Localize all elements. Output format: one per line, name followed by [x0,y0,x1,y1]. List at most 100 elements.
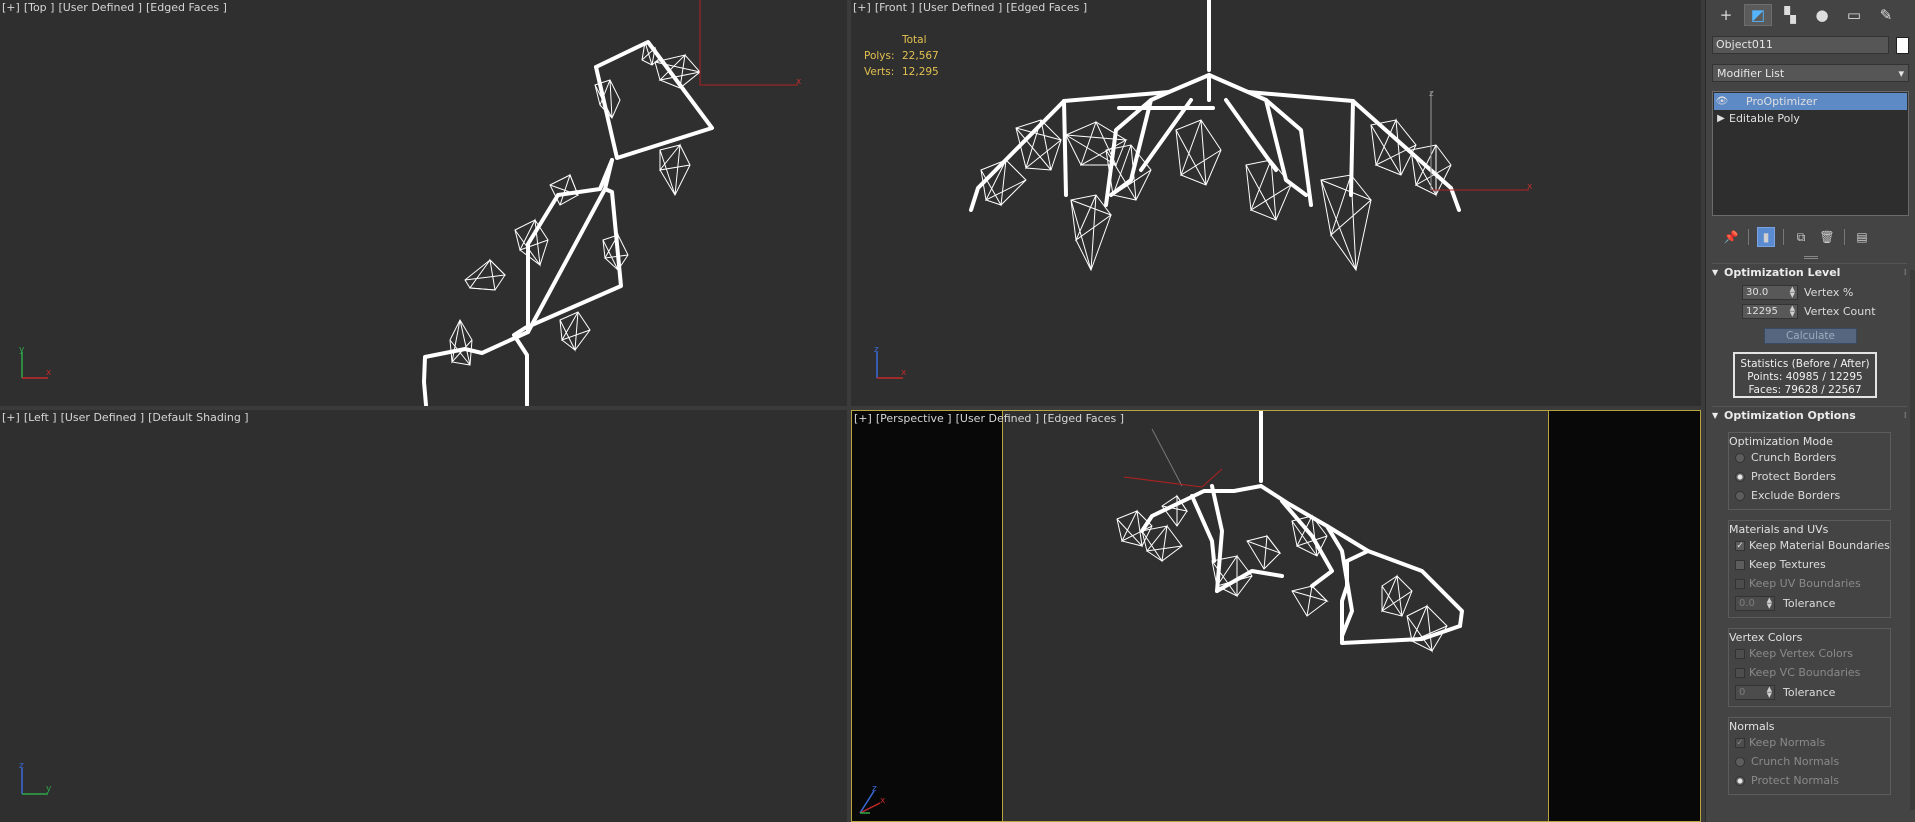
utilities-wrench-icon[interactable]: ✎ [1872,4,1900,26]
spinner-arrows-icon[interactable]: ▲ ▼ [1790,305,1795,318]
vc-tolerance-spinner[interactable]: 0 ▲ ▼ [1735,684,1775,700]
viewport-menu-plus[interactable]: [+] [854,412,872,425]
show-end-result-icon[interactable]: ▮ [1757,227,1775,247]
viewport-shading-menu[interactable]: [Default Shading ] [148,411,248,424]
viewport-label-perspective[interactable]: [+] [Perspective ] [User Defined ] [Edged F… [854,412,1128,425]
viewport-render-menu[interactable]: [User Defined ] [58,1,142,14]
checkbox[interactable] [1735,578,1745,589]
rollout-header[interactable]: ▼ Optimization Options ⁞ [1712,407,1907,424]
expand-triangle-icon[interactable]: ▶ [1713,113,1729,124]
axis-y-label: y [19,345,25,355]
stack-item-editable-poly[interactable]: ▶ Editable Poly [1713,110,1908,127]
configure-modifier-sets-icon[interactable]: ▤ [1853,227,1871,247]
axis-tripod-top: y x [19,345,52,379]
group-vertex-colors: Vertex Colors Keep Vertex Colors Keep VC… [1728,628,1891,707]
viewport-front[interactable]: [+] [Front ] [User Defined ] [Edged Faces ]… [851,0,1701,406]
axis-x-label: x [880,796,886,806]
viewport-render-menu[interactable]: [User Defined ] [919,1,1003,14]
hierarchy-tab-icon[interactable]: ▚ [1776,4,1804,26]
group-normals: Normals ✓ Keep Normals Crunch Normals Pro… [1728,717,1891,795]
eye-icon[interactable]: 👁 [1714,96,1730,107]
viewport-top[interactable]: [+] [Top ] [User Defined ] [Edged Faces ] [0,0,847,406]
calculate-button[interactable]: Calculate [1764,328,1857,344]
radio-crunch-normals[interactable]: Crunch Normals [1733,752,1890,771]
viewport-menu-plus[interactable]: [+] [2,1,20,14]
stack-item-prooptimizer[interactable]: 👁 ProOptimizer [1714,93,1907,110]
checkbox[interactable]: ✓ [1735,737,1745,748]
viewport-view-menu[interactable]: [Top ] [24,1,55,14]
radio-crunch-borders[interactable]: Crunch Borders [1733,448,1890,467]
radio-protect-normals[interactable]: Protect Normals [1733,771,1890,790]
viewport-left[interactable]: [+] [Left ] [User Defined ] [Default Shadin… [0,410,847,822]
statistics-box: Statistics (Before / After) Points: 4098… [1733,352,1877,398]
vertex-percent-spinner[interactable]: 30.0 ▲ ▼ [1742,285,1798,300]
group-title: Optimization Mode [1729,435,1836,448]
rollout-grip-icon: ⁞ [1903,267,1907,278]
panel-splitter-handle[interactable] [1803,256,1818,259]
object-name-field[interactable]: Object011 [1712,36,1890,54]
viewport-shading-menu[interactable]: [Edged Faces ] [146,1,227,14]
viewport-render-menu[interactable]: [User Defined ] [956,412,1040,425]
uv-tolerance-spinner[interactable]: 0.0 ▲ ▼ [1735,595,1775,611]
modifier-list-dropdown[interactable]: Modifier List ▾ [1712,64,1909,82]
radio-button[interactable] [1735,471,1745,482]
rollout-optimization-options: ▼ Optimization Options ⁞ Optimization Mo… [1712,406,1907,795]
viewport-view-menu[interactable]: [Perspective ] [876,412,952,425]
left-view-scene: z y [19,761,52,795]
vertex-count-spinner[interactable]: 12295 ▲ ▼ [1742,304,1798,319]
checkbox[interactable] [1735,559,1745,570]
radio-label: Crunch Borders [1751,451,1837,464]
radio-button[interactable] [1735,452,1745,463]
radio-button[interactable] [1735,756,1745,767]
viewport-perspective[interactable]: [+] [Perspective ] [User Defined ] [Edged F… [851,410,1701,822]
vc-tolerance-value: 0 [1739,686,1746,698]
checkbox-keep-vc-boundaries[interactable]: Keep VC Boundaries [1733,663,1890,682]
create-tab-plus-icon[interactable]: + [1712,4,1740,26]
motion-tab-icon[interactable]: ● [1808,4,1836,26]
pin-stack-icon[interactable]: 📌 [1722,227,1740,247]
radio-protect-borders[interactable]: Protect Borders [1733,467,1890,486]
viewport-label-left[interactable]: [+] [Left ] [User Defined ] [Default Shadin… [2,411,253,424]
viewport-view-menu[interactable]: [Left ] [24,411,57,424]
checkbox-label: Keep Vertex Colors [1749,647,1853,660]
checkbox[interactable] [1735,648,1745,659]
checkbox[interactable]: ✓ [1735,540,1745,551]
radio-button[interactable] [1735,490,1745,501]
spinner-arrows-icon[interactable]: ▲ ▼ [1790,286,1795,299]
viewport-menu-plus[interactable]: [+] [2,411,20,424]
top-axis-x-label: x [796,77,802,87]
remove-modifier-trash-icon[interactable]: 🗑 [1818,227,1836,247]
display-tab-icon[interactable]: ▭ [1840,4,1868,26]
uv-tolerance-value: 0.0 [1739,597,1755,609]
checkbox-keep-vertex-colors[interactable]: Keep Vertex Colors [1733,644,1890,663]
radio-exclude-borders[interactable]: Exclude Borders [1733,486,1890,505]
axis-x-label: x [901,368,907,378]
front-view-scene: x z z x [874,0,1533,379]
stats-polys-value: 22,567 [902,50,939,62]
statistics-title: Statistics (Before / After) [1740,358,1870,370]
panel-scrollbar[interactable] [1910,270,1915,810]
spinner-arrows-icon[interactable]: ▲ ▼ [1767,596,1772,609]
viewport-view-menu[interactable]: [Front ] [875,1,915,14]
viewport-shading-menu[interactable]: [Edged Faces ] [1006,1,1087,14]
spinner-arrows-icon[interactable]: ▲ ▼ [1767,685,1772,698]
viewport-shading-menu[interactable]: [Edged Faces ] [1043,412,1124,425]
radio-button[interactable] [1735,775,1745,786]
checkbox-keep-normals[interactable]: ✓ Keep Normals [1733,733,1890,752]
checkbox-keep-uv-boundaries[interactable]: Keep UV Boundaries [1733,574,1890,593]
viewport-label-front[interactable]: [+] [Front ] [User Defined ] [Edged Faces ] [853,1,1091,14]
object-color-swatch[interactable] [1896,36,1909,54]
vertex-count-value: 12295 [1746,306,1778,317]
rollout-header[interactable]: ▼ Optimization Level ⁞ [1712,264,1907,281]
viewport-menu-plus[interactable]: [+] [853,1,871,14]
make-unique-icon[interactable]: ⧉ [1792,227,1810,247]
toolbar-separator [1748,229,1749,245]
viewport-render-menu[interactable]: [User Defined ] [61,411,145,424]
tolerance-label: Tolerance [1783,596,1836,610]
modify-tab-icon[interactable]: ◩ [1744,4,1772,26]
checkbox-keep-textures[interactable]: Keep Textures [1733,555,1890,574]
axis-tripod-perspective: z x [859,784,886,814]
checkbox-keep-material-boundaries[interactable]: ✓ Keep Material Boundaries [1733,536,1890,555]
viewport-label-top[interactable]: [+] [Top ] [User Defined ] [Edged Faces ] [2,1,231,14]
checkbox[interactable] [1735,667,1745,678]
